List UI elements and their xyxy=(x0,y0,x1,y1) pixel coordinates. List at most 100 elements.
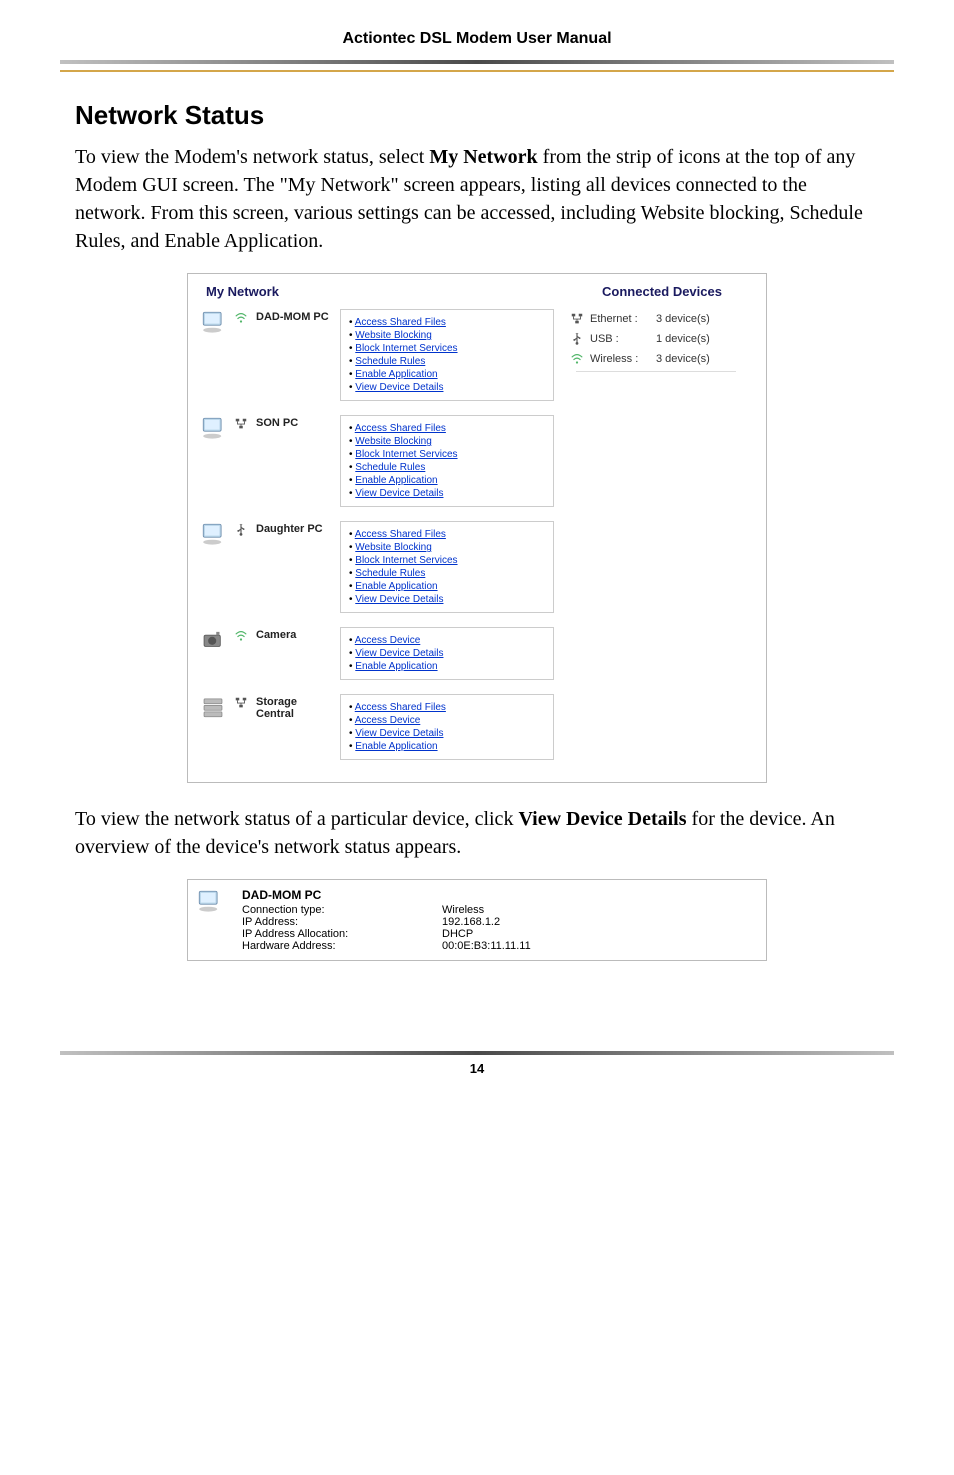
device-action-item: Enable Application xyxy=(349,580,545,593)
device-action-item: View Device Details xyxy=(349,593,545,606)
page-footer: 14 xyxy=(0,1051,954,1076)
device-actions-box: Access Shared Files Website Blocking Block… xyxy=(340,521,554,613)
device-action-link[interactable]: Access Shared Files xyxy=(355,317,446,328)
device-name: SON PC xyxy=(256,415,332,429)
device-action-item: Access Shared Files xyxy=(349,528,545,541)
wireless-icon xyxy=(234,629,248,643)
device-actions-box: Access Shared Files Website Blocking Block… xyxy=(340,309,554,401)
device-action-item: Block Internet Services xyxy=(349,342,545,355)
details-row: Hardware Address: 00:0E:B3:11.11.11 xyxy=(242,940,758,952)
connected-divider xyxy=(576,371,736,372)
camera-icon xyxy=(200,627,226,653)
pc-icon xyxy=(196,888,222,914)
usb-icon xyxy=(570,332,584,346)
device-action-item: Access Shared Files xyxy=(349,316,545,329)
device-details-name: DAD-MOM PC xyxy=(242,888,758,902)
device-action-item: Access Device xyxy=(349,714,545,727)
ethernet-icon xyxy=(234,696,248,710)
wireless-icon xyxy=(570,352,584,366)
device-action-link[interactable]: Schedule Rules xyxy=(355,462,425,473)
device-action-item: Block Internet Services xyxy=(349,554,545,567)
details-label: IP Address: xyxy=(242,916,442,928)
device-action-link[interactable]: Block Internet Services xyxy=(355,555,457,566)
page-number: 14 xyxy=(0,1061,954,1076)
device-action-link[interactable]: Enable Application xyxy=(355,661,437,672)
my-network-panel: My Network DAD-MOM PC Access Shared Files… xyxy=(187,273,767,783)
intro-bold: My Network xyxy=(429,146,537,168)
device-action-link[interactable]: Website Blocking xyxy=(355,542,432,553)
device-action-link[interactable]: Access Shared Files xyxy=(355,423,446,434)
device-actions-box: Access Device View Device Details Enable A… xyxy=(340,627,554,680)
device-action-link[interactable]: View Device Details xyxy=(355,488,443,499)
pc-icon xyxy=(200,415,226,441)
connected-label: USB : xyxy=(590,333,650,345)
device-action-item: Schedule Rules xyxy=(349,355,545,368)
device-action-link[interactable]: Enable Application xyxy=(355,369,437,380)
device-action-link[interactable]: Website Blocking xyxy=(355,436,432,447)
device-action-item: Enable Application xyxy=(349,474,545,487)
details-row: IP Address Allocation: DHCP xyxy=(242,928,758,940)
device-action-link[interactable]: View Device Details xyxy=(355,594,443,605)
connected-row: Wireless : 3 device(s) xyxy=(570,349,754,369)
device-name: Storage Central xyxy=(256,694,332,720)
device-action-item: Access Shared Files xyxy=(349,701,545,714)
device-action-link[interactable]: Schedule Rules xyxy=(355,356,425,367)
outro-paragraph: To view the network status of a particul… xyxy=(75,805,879,861)
device-action-link[interactable]: Block Internet Services xyxy=(355,449,457,460)
details-value: DHCP xyxy=(442,928,758,940)
device-action-item: Block Internet Services xyxy=(349,448,545,461)
panel-title: My Network xyxy=(196,284,558,307)
page-header: Actiontec DSL Modem User Manual xyxy=(0,0,954,72)
wireless-icon xyxy=(234,311,248,325)
device-action-link[interactable]: Access Shared Files xyxy=(355,529,446,540)
details-row: IP Address: 192.168.1.2 xyxy=(242,916,758,928)
details-label: Hardware Address: xyxy=(242,940,442,952)
device-action-link[interactable]: Access Device xyxy=(355,715,421,726)
device-details-panel: DAD-MOM PC Connection type: Wireless IP … xyxy=(187,879,767,961)
outro-bold: View Device Details xyxy=(518,808,686,830)
device-action-item: Access Shared Files xyxy=(349,422,545,435)
device-action-link[interactable]: Access Shared Files xyxy=(355,702,446,713)
device-action-link[interactable]: Enable Application xyxy=(355,475,437,486)
device-action-link[interactable]: View Device Details xyxy=(355,728,443,739)
details-label: IP Address Allocation: xyxy=(242,928,442,940)
details-value: Wireless xyxy=(442,904,758,916)
storage-icon xyxy=(200,694,226,720)
device-action-link[interactable]: Enable Application xyxy=(355,581,437,592)
device-action-link[interactable]: Block Internet Services xyxy=(355,343,457,354)
device-action-item: View Device Details xyxy=(349,381,545,394)
connected-label: Ethernet : xyxy=(590,313,650,325)
device-action-item: Website Blocking xyxy=(349,329,545,342)
ethernet-icon xyxy=(570,312,584,326)
connected-row: Ethernet : 3 device(s) xyxy=(570,309,754,329)
device-action-link[interactable]: Website Blocking xyxy=(355,330,432,341)
outro-text-before: To view the network status of a particul… xyxy=(75,808,518,830)
device-action-item: Website Blocking xyxy=(349,541,545,554)
connected-label: Wireless : xyxy=(590,353,650,365)
device-action-item: Schedule Rules xyxy=(349,461,545,474)
connected-count: 1 device(s) xyxy=(656,333,754,345)
device-details-icon-col xyxy=(196,888,232,952)
device-action-item: View Device Details xyxy=(349,487,545,500)
device-name: DAD-MOM PC xyxy=(256,309,332,323)
device-details-info: DAD-MOM PC Connection type: Wireless IP … xyxy=(242,888,758,952)
device-row: SON PC Access Shared Files Website Blockin… xyxy=(196,413,558,519)
device-row: DAD-MOM PC Access Shared Files Website Blo… xyxy=(196,307,558,413)
section-title: Network Status xyxy=(75,100,879,131)
details-value: 192.168.1.2 xyxy=(442,916,758,928)
pc-icon xyxy=(200,521,226,547)
device-action-item: Website Blocking xyxy=(349,435,545,448)
device-name: Daughter PC xyxy=(256,521,332,535)
device-action-link[interactable]: Access Device xyxy=(355,635,421,646)
device-action-link[interactable]: View Device Details xyxy=(355,382,443,393)
device-action-link[interactable]: Enable Application xyxy=(355,741,437,752)
device-action-link[interactable]: Schedule Rules xyxy=(355,568,425,579)
device-action-item: View Device Details xyxy=(349,727,545,740)
device-action-item: Enable Application xyxy=(349,660,545,673)
details-value: 00:0E:B3:11.11.11 xyxy=(442,940,758,952)
device-actions-box: Access Shared Files Access Device View Dev… xyxy=(340,694,554,760)
details-label: Connection type: xyxy=(242,904,442,916)
device-action-item: Enable Application xyxy=(349,368,545,381)
device-action-link[interactable]: View Device Details xyxy=(355,648,443,659)
device-row: Daughter PC Access Shared Files Website Bl… xyxy=(196,519,558,625)
